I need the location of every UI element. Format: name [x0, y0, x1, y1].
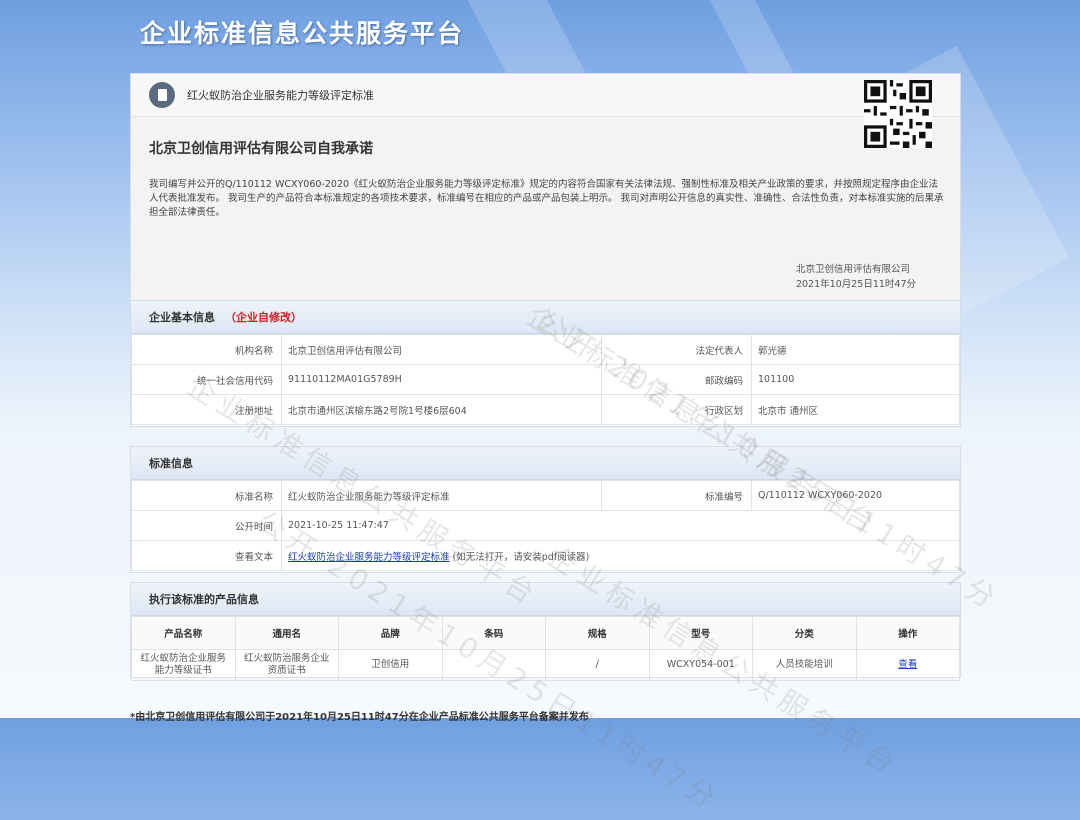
platform-banner-title: 企业标准信息公共服务平台 — [140, 19, 465, 48]
product-barcode — [441, 649, 546, 681]
field-value: 101100 — [751, 364, 960, 395]
table-row: 统一社会信用代码 91110112MA01G5789H 邮政编码 101100 — [131, 364, 960, 395]
section-header-standard: 标准信息 — [131, 447, 960, 480]
commitment-title: 北京卫创信用评估有限公司自我承诺 — [149, 141, 373, 157]
standard-info-table: 标准名称 红火蚁防治企业服务能力等级评定标准 标准编号 Q/110112 WCX… — [131, 480, 960, 571]
field-value: 郭光德 — [751, 334, 960, 365]
products-table: 产品名称 通用名 品牌 条码 规格 型号 分类 操作 红火蚁防治企业服务能力等级… — [131, 616, 960, 681]
table-row: 机构名称 北京卫创信用评估有限公司 法定代表人 郭光德 — [131, 334, 960, 365]
table-row: 公开时间 2021-10-25 11:47:47 — [131, 510, 960, 541]
product-spec: / — [545, 649, 650, 681]
column-header: 通用名 — [234, 616, 339, 650]
field-value: 北京市 通州区 — [751, 394, 960, 425]
section-title: 企业基本信息 — [149, 311, 215, 324]
field-label: 公开时间 — [131, 510, 282, 541]
table-row: 查看文本 红火蚁防治企业服务能力等级评定标准 (如无法打开，请安装pdf阅读器) — [131, 540, 960, 571]
field-label: 标准名称 — [131, 480, 282, 511]
column-header: 型号 — [648, 616, 753, 650]
company-basic-info-panel: 企业基本信息 （企业自修改） 机构名称 北京卫创信用评估有限公司 法定代表人 郭… — [130, 300, 961, 427]
field-label: 注册地址 — [131, 394, 282, 425]
document-icon — [149, 82, 175, 108]
commitment-panel: 红火蚁防治企业服务能力等级评定标准 北京卫创信用评估有限公司自我承诺 我司编写并… — [130, 73, 961, 301]
column-header: 条码 — [441, 616, 546, 650]
field-value: 91110112MA01G5789H — [281, 364, 602, 395]
field-label: 法定代表人 — [601, 334, 752, 365]
standard-info-panel: 标准信息 标准名称 红火蚁防治企业服务能力等级评定标准 标准编号 Q/11011… — [130, 446, 961, 573]
field-label: 邮政编码 — [601, 364, 752, 395]
table-row: 标准名称 红火蚁防治企业服务能力等级评定标准 标准编号 Q/110112 WCX… — [131, 480, 960, 511]
standard-title-bar: 红火蚁防治企业服务能力等级评定标准 — [131, 74, 960, 117]
basic-info-table: 机构名称 北京卫创信用评估有限公司 法定代表人 郭光德 统一社会信用代码 911… — [131, 334, 960, 425]
product-action: 查看 — [855, 649, 960, 681]
column-header: 品牌 — [338, 616, 443, 650]
product-category: 人员技能培训 — [752, 649, 857, 681]
field-value: 北京市通州区滨榆东路2号院1号楼6层604 — [281, 394, 602, 425]
field-value: 北京卫创信用评估有限公司 — [281, 334, 602, 365]
field-label: 标准编号 — [601, 480, 752, 511]
product-model: WCXY054-001 — [648, 649, 753, 681]
product-brand: 卫创信用 — [338, 649, 443, 681]
field-label: 机构名称 — [131, 334, 282, 365]
commitment-text: 我司编写并公开的Q/110112 WCXY060-2020《红火蚁防治企业服务能… — [149, 179, 944, 218]
pdf-hint: (如无法打开，请安装pdf阅读器) — [452, 551, 590, 563]
section-title: 标准信息 — [149, 457, 193, 470]
field-value: 2021-10-25 11:47:47 — [281, 510, 960, 541]
table-row: 注册地址 北京市通州区滨榆东路2号院1号楼6层604 行政区划 北京市 通州区 — [131, 394, 960, 425]
product-info-panel: 执行该标准的产品信息 产品名称 通用名 品牌 条码 规格 型号 分类 操作 红火… — [130, 582, 961, 681]
view-standard-text-link[interactable]: 红火蚁防治企业服务能力等级评定标准 — [288, 552, 450, 563]
field-label: 查看文本 — [131, 540, 282, 571]
standard-title: 红火蚁防治企业服务能力等级评定标准 — [187, 89, 374, 102]
section-header-basic: 企业基本信息 （企业自修改） — [131, 301, 960, 334]
column-header: 分类 — [752, 616, 857, 650]
field-value: 红火蚁防治企业服务能力等级评定标准 (如无法打开，请安装pdf阅读器) — [281, 540, 960, 571]
view-product-link[interactable]: 查看 — [898, 659, 917, 670]
table-header-row: 产品名称 通用名 品牌 条码 规格 型号 分类 操作 — [131, 616, 960, 650]
self-edit-badge: （企业自修改） — [225, 311, 302, 324]
column-header: 产品名称 — [131, 616, 236, 650]
signature-company: 北京卫创信用评估有限公司 — [795, 264, 910, 275]
field-value: Q/110112 WCXY060-2020 — [751, 480, 960, 511]
table-row: 红火蚁防治企业服务能力等级证书 红火蚁防治服务企业资质证书 卫创信用 / WCX… — [131, 649, 960, 681]
filing-footer-note: *由北京卫创信用评估有限公司于2021年10月25日11时47分在企业产品标准公… — [130, 712, 589, 723]
signature-date: 2021年10月25日11时47分 — [795, 279, 916, 290]
commitment-signature: 北京卫创信用评估有限公司 2021年10月25日11时47分 — [796, 262, 916, 292]
qr-code-icon — [864, 80, 932, 148]
section-title: 执行该标准的产品信息 — [149, 593, 259, 606]
product-common-name: 红火蚁防治服务企业资质证书 — [234, 649, 339, 681]
column-header: 规格 — [545, 616, 650, 650]
field-label: 统一社会信用代码 — [131, 364, 282, 395]
field-value: 红火蚁防治企业服务能力等级评定标准 — [281, 480, 602, 511]
column-header: 操作 — [855, 616, 960, 650]
field-label: 行政区划 — [601, 394, 752, 425]
section-header-products: 执行该标准的产品信息 — [131, 583, 960, 616]
product-name: 红火蚁防治企业服务能力等级证书 — [131, 649, 236, 681]
